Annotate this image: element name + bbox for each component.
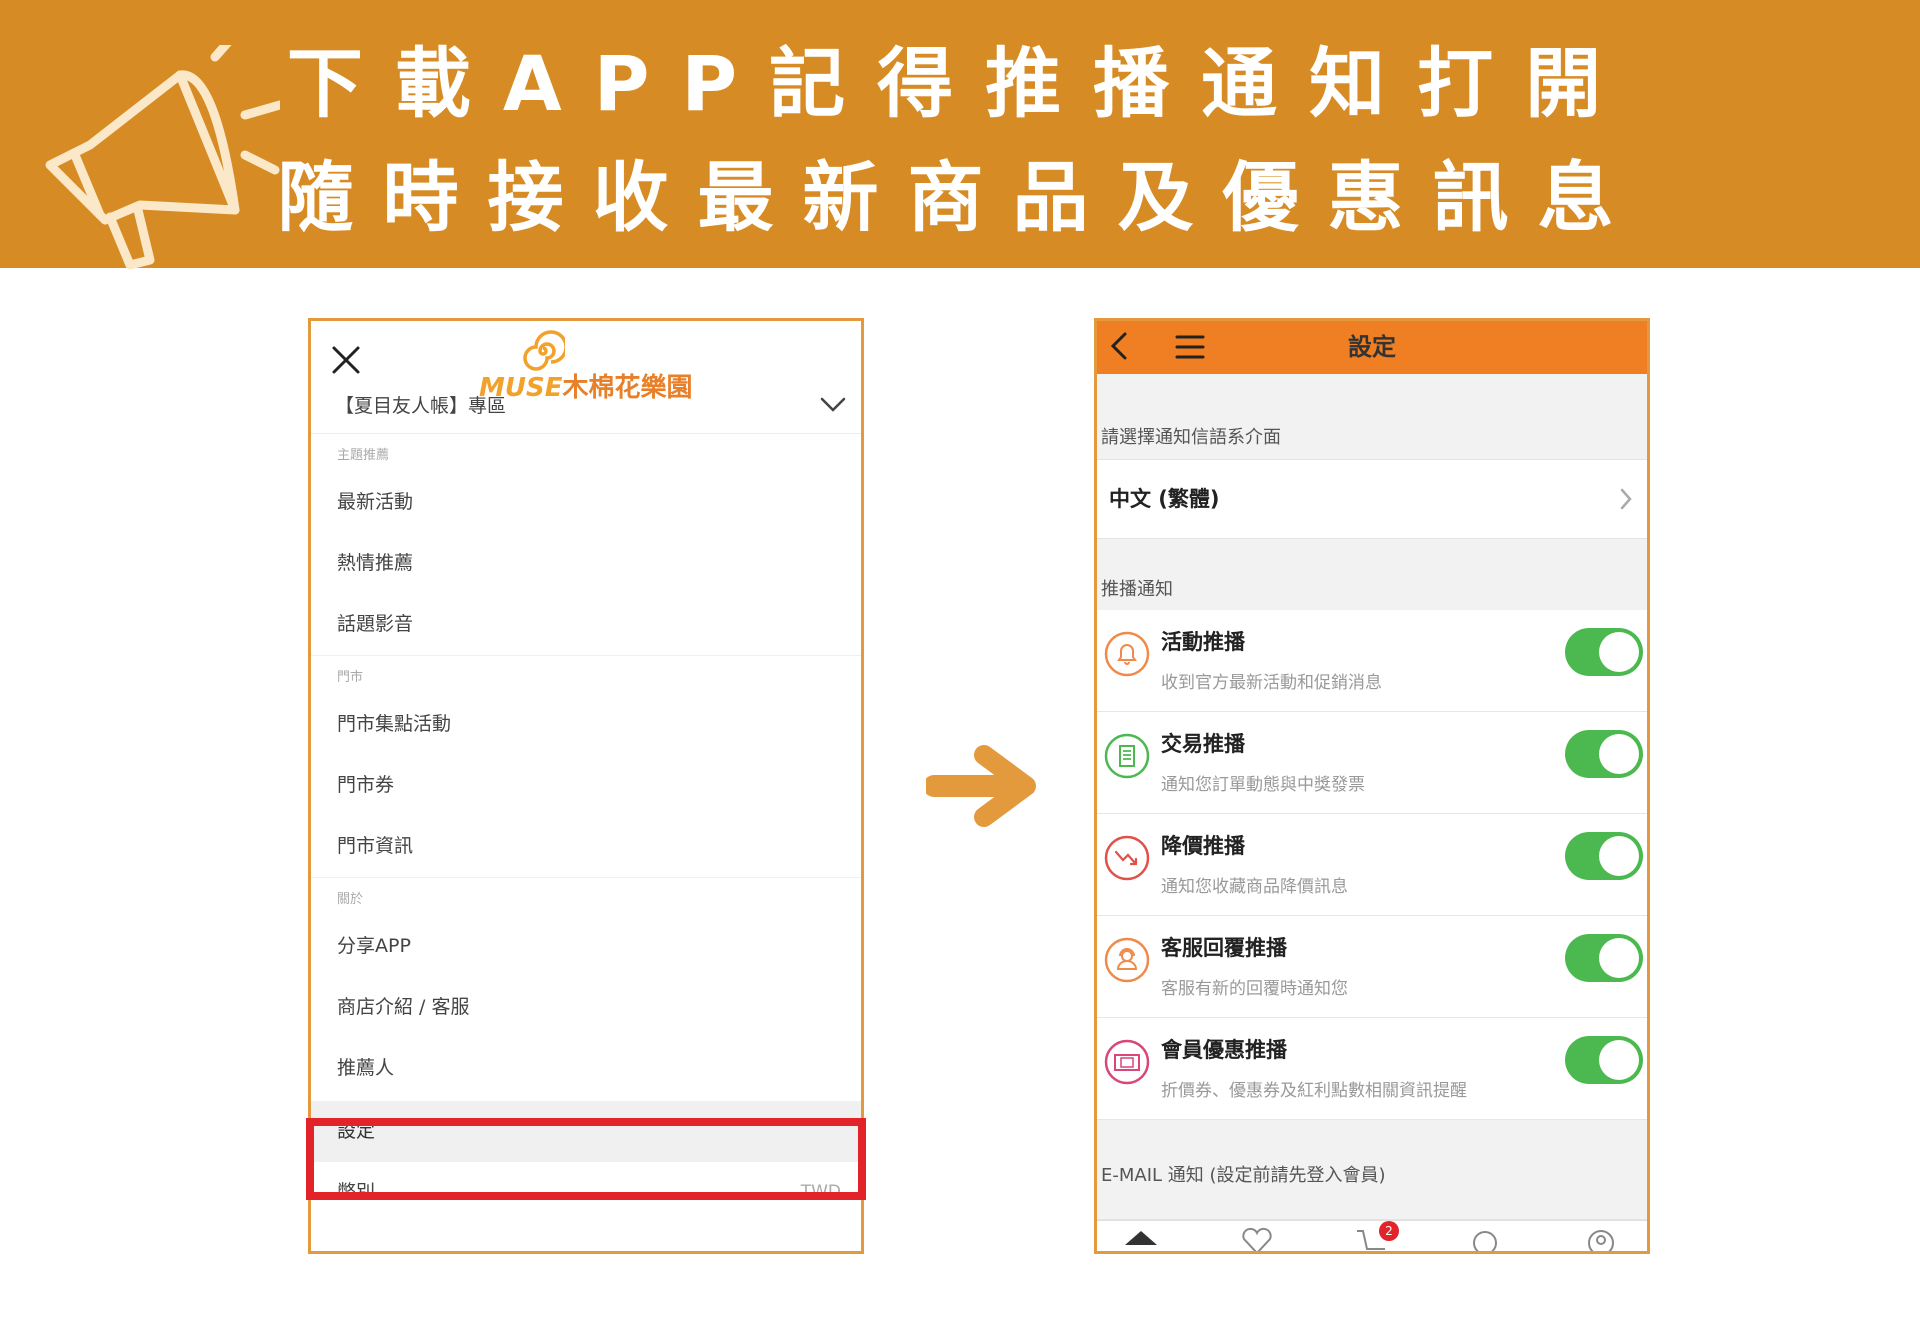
push-title: 交易推播 bbox=[1161, 732, 1245, 756]
menu-item-latest-events[interactable]: 最新活動 bbox=[311, 472, 861, 533]
side-menu: 主題推薦 最新活動 熱情推薦 話題影音 門市 門市集點活動 門市券 門市資訊 關… bbox=[311, 434, 861, 1223]
store-logo: MUSE木棉花樂園 bbox=[479, 329, 739, 409]
menu-item-referrer[interactable]: 推薦人 bbox=[311, 1038, 861, 1099]
toggle-switch[interactable] bbox=[1565, 730, 1643, 778]
coupon-icon bbox=[1104, 1039, 1150, 1085]
language-select-row[interactable]: 中文 (繁體) bbox=[1097, 459, 1647, 539]
settings-screen: 設定 請選擇通知信語系介面 中文 (繁體) 推播通知 活動推播 收到官方最新活動… bbox=[1094, 318, 1650, 1254]
push-desc: 通知您訂單動態與中獎發票 bbox=[1161, 775, 1365, 795]
toggle-switch[interactable] bbox=[1565, 832, 1643, 880]
menu-item-share-app[interactable]: 分享APP bbox=[311, 916, 861, 977]
arrow-right-icon bbox=[926, 745, 1036, 827]
list-item: 降價推播 通知您收藏商品降價訊息 bbox=[1097, 814, 1647, 916]
push-desc: 通知您收藏商品降價訊息 bbox=[1161, 877, 1348, 897]
push-desc: 折價券、優惠券及紅利點數相關資訊提醒 bbox=[1161, 1081, 1467, 1101]
list-item: 交易推播 通知您訂單動態與中獎發票 bbox=[1097, 712, 1647, 814]
page-title: 設定 bbox=[1348, 333, 1396, 361]
menu-header: MUSE木棉花樂園 【夏目友人帳】專區 bbox=[311, 321, 861, 434]
toggle-switch[interactable] bbox=[1565, 1036, 1643, 1084]
store-name[interactable]: 【夏目友人帳】專區 bbox=[335, 391, 506, 418]
settings-highlight bbox=[306, 1118, 866, 1200]
megaphone-icon bbox=[45, 45, 280, 270]
headline-line-1: 下載APP記得推播通知打開 bbox=[286, 39, 1634, 128]
push-desc: 客服有新的回覆時通知您 bbox=[1161, 979, 1348, 999]
bell-icon bbox=[1104, 631, 1150, 677]
headline-line-2: 隨時接收最新商品及優惠訊息 bbox=[277, 153, 1643, 242]
logo-name: 木棉花樂園 bbox=[562, 373, 693, 403]
list-item: 客服回覆推播 客服有新的回覆時通知您 bbox=[1097, 916, 1647, 1018]
list-item: 活動推播 收到官方最新活動和促銷消息 bbox=[1097, 610, 1647, 712]
menu-section-label: 門市 bbox=[337, 670, 364, 685]
chevron-down-icon[interactable] bbox=[819, 393, 847, 415]
menu-item-about-store[interactable]: 商店介紹 / 客服 bbox=[311, 977, 861, 1038]
push-title: 會員優惠推播 bbox=[1161, 1038, 1287, 1062]
menu-item-store-points[interactable]: 門市集點活動 bbox=[311, 694, 861, 755]
home-icon[interactable] bbox=[1121, 1225, 1161, 1254]
banner: 下載APP記得推播通知打開 隨時接收最新商品及優惠訊息 bbox=[0, 0, 1920, 270]
push-settings-list: 活動推播 收到官方最新活動和促銷消息 交易推播 通知您訂單動態與中獎發票 降價推… bbox=[1097, 610, 1647, 1120]
push-desc: 收到官方最新活動和促銷消息 bbox=[1161, 673, 1382, 693]
menu-section-label: 關於 bbox=[337, 892, 364, 907]
settings-header: 設定 bbox=[1097, 321, 1647, 374]
cart-badge: 2 bbox=[1379, 1221, 1399, 1241]
list-item: 會員優惠推播 折價券、優惠券及紅利點數相關資訊提醒 bbox=[1097, 1018, 1647, 1120]
push-title: 活動推播 bbox=[1161, 630, 1245, 654]
language-value: 中文 (繁體) bbox=[1109, 487, 1220, 511]
chevron-right-icon bbox=[1620, 488, 1632, 510]
customer-service-icon bbox=[1104, 937, 1150, 983]
menu-item-store-info[interactable]: 門市資訊 bbox=[311, 816, 861, 877]
menu-item-videos[interactable]: 話題影音 bbox=[311, 594, 861, 655]
toggle-switch[interactable] bbox=[1565, 934, 1643, 982]
receipt-icon bbox=[1104, 733, 1150, 779]
menu-item-store-coupons[interactable]: 門市券 bbox=[311, 755, 861, 816]
toggle-switch[interactable] bbox=[1565, 628, 1643, 676]
push-title: 降價推播 bbox=[1161, 834, 1245, 858]
push-title: 客服回覆推播 bbox=[1161, 936, 1287, 960]
menu-section-label: 主題推薦 bbox=[337, 448, 390, 463]
menu-item-recommended[interactable]: 熱情推薦 bbox=[311, 533, 861, 594]
push-section-label: 推播通知 bbox=[1101, 579, 1173, 600]
heart-icon[interactable] bbox=[1237, 1225, 1277, 1254]
price-drop-icon bbox=[1104, 835, 1150, 881]
close-icon[interactable] bbox=[329, 343, 363, 377]
account-icon[interactable] bbox=[1581, 1225, 1621, 1254]
lang-section-label: 請選擇通知信語系介面 bbox=[1101, 427, 1281, 448]
email-section-label: E-MAIL 通知 (設定前請先登入會員) bbox=[1101, 1165, 1386, 1186]
bottom-tab-bar: 2 bbox=[1097, 1220, 1647, 1251]
side-menu-screen: MUSE木棉花樂園 【夏目友人帳】專區 主題推薦 最新活動 熱情推薦 話題影音 … bbox=[308, 318, 864, 1254]
search-icon[interactable] bbox=[1465, 1225, 1505, 1254]
